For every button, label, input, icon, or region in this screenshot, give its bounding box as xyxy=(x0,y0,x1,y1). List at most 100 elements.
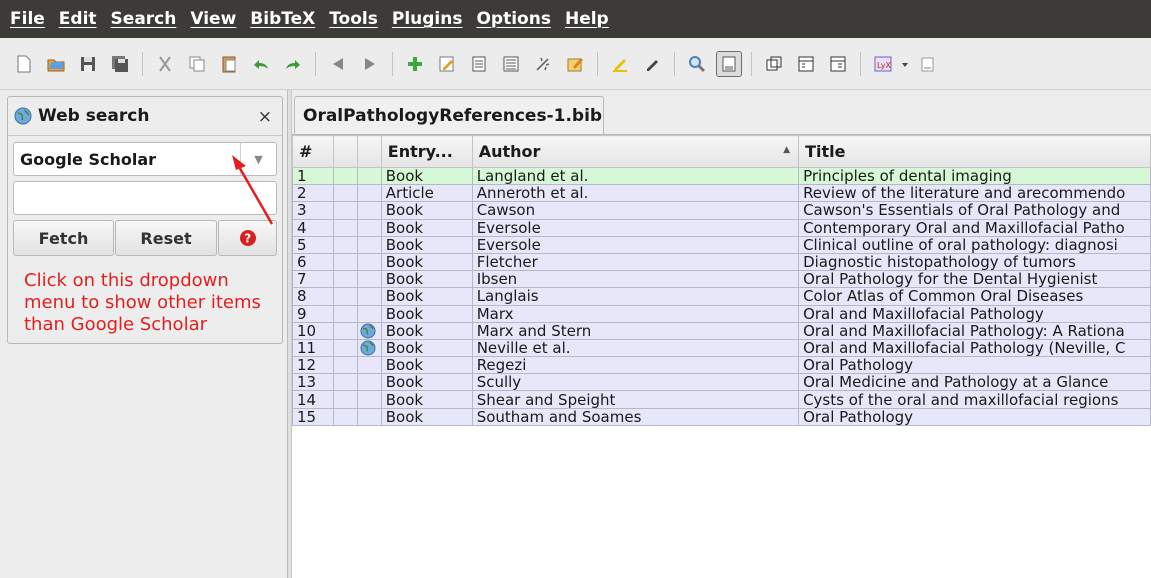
cell-title[interactable]: Oral Pathology xyxy=(798,407,1151,426)
menu-view[interactable]: View xyxy=(190,9,236,29)
cell-entry-type[interactable]: Book xyxy=(380,338,473,358)
cell-file[interactable] xyxy=(332,321,358,340)
cell-file[interactable] xyxy=(332,166,358,186)
edit-strings-icon[interactable] xyxy=(562,51,588,77)
doc-icon[interactable] xyxy=(914,51,940,77)
cell-file[interactable] xyxy=(332,270,358,289)
undo-icon[interactable] xyxy=(248,51,274,77)
cell-url[interactable] xyxy=(356,356,382,375)
cell-url[interactable] xyxy=(356,321,382,340)
cell-title[interactable]: Oral Pathology xyxy=(798,356,1151,375)
cell-author[interactable]: Marx xyxy=(471,304,800,323)
cell-entry-type[interactable]: Book xyxy=(380,407,473,426)
column-header-file[interactable] xyxy=(332,135,358,168)
cell-url[interactable] xyxy=(356,270,382,289)
cell-entry-type[interactable]: Book xyxy=(380,218,473,237)
cell-title[interactable]: Clinical outline of oral pathology: diag… xyxy=(798,235,1151,254)
cell-url[interactable] xyxy=(356,218,382,237)
table-row[interactable]: 11 Book Neville et al. Oral and Maxillofaci… xyxy=(292,338,1151,358)
cell-number[interactable]: 12 xyxy=(292,356,334,375)
cell-url[interactable] xyxy=(356,166,382,186)
open-folder-icon[interactable] xyxy=(43,51,69,77)
cell-entry-type[interactable]: Book xyxy=(380,356,473,375)
column-header-title[interactable]: Title xyxy=(798,135,1151,168)
new-doc-icon[interactable] xyxy=(466,51,492,77)
cell-file[interactable] xyxy=(332,201,358,220)
fetch-button[interactable]: Fetch xyxy=(13,220,114,256)
cell-entry-type[interactable]: Book xyxy=(380,390,473,409)
menu-plugins[interactable]: Plugins xyxy=(392,9,463,29)
cell-url[interactable] xyxy=(356,201,382,220)
column-header-entry-type[interactable]: Entry... xyxy=(380,135,473,168)
cell-number[interactable]: 5 xyxy=(292,235,334,254)
cell-number[interactable]: 2 xyxy=(292,184,334,203)
back-icon[interactable] xyxy=(325,51,351,77)
cell-title[interactable]: Oral Pathology for the Dental Hygienist xyxy=(798,270,1151,289)
toggle-panel-icon[interactable] xyxy=(716,50,742,77)
table-row[interactable]: 6 Book Fletcher Diagnostic histopathology o… xyxy=(292,252,1151,272)
cell-title[interactable]: Review of the literature and arecommendo xyxy=(798,184,1151,203)
open-pdf-icon[interactable] xyxy=(793,51,819,77)
table-row[interactable]: 4 Book Eversole Contemporary Oral and Maxil… xyxy=(292,218,1151,237)
cell-file[interactable] xyxy=(332,184,358,203)
column-header-url[interactable] xyxy=(356,135,382,168)
cell-title[interactable]: Contemporary Oral and Maxillofacial Path… xyxy=(798,218,1151,237)
cell-number[interactable]: 8 xyxy=(292,287,334,306)
cell-number[interactable]: 4 xyxy=(292,218,334,237)
cell-number[interactable]: 11 xyxy=(292,338,334,358)
cell-entry-type[interactable]: Book xyxy=(380,373,473,392)
cell-file[interactable] xyxy=(332,287,358,306)
cell-url[interactable] xyxy=(356,184,382,203)
cell-entry-type[interactable]: Book xyxy=(380,321,473,340)
cell-file[interactable] xyxy=(332,235,358,254)
cell-number[interactable]: 10 xyxy=(292,321,334,340)
cell-author[interactable]: Southam and Soames xyxy=(471,407,800,426)
cell-title[interactable]: Oral and Maxillofacial Pathology: A Rati… xyxy=(798,321,1151,340)
column-header-author[interactable]: Author ▲ xyxy=(471,135,800,168)
table-row[interactable]: 10 Book Marx and Stern Oral and Maxillofaci… xyxy=(292,321,1151,340)
cell-entry-type[interactable]: Book xyxy=(380,270,473,289)
cell-number[interactable]: 13 xyxy=(292,373,334,392)
column-header-number[interactable]: # xyxy=(292,135,334,168)
table-row[interactable]: 15 Book Southam and Soames Oral Pathology xyxy=(292,407,1151,426)
cell-url[interactable] xyxy=(356,373,382,392)
cell-file[interactable] xyxy=(332,390,358,409)
table-row[interactable]: 9 Book Marx Oral and Maxillofacial Patholog… xyxy=(292,304,1151,323)
reset-button[interactable]: Reset xyxy=(115,220,217,256)
cell-entry-type[interactable]: Article xyxy=(380,184,473,203)
cell-title[interactable]: Cysts of the oral and maxillofacial regi… xyxy=(798,390,1151,409)
cell-title[interactable]: Diagnostic histopathology of tumors xyxy=(798,252,1151,272)
copy-icon[interactable] xyxy=(184,51,210,77)
cell-number[interactable]: 6 xyxy=(292,252,334,272)
dropdown-icon[interactable] xyxy=(899,51,911,77)
cell-entry-type[interactable]: Book xyxy=(380,201,473,220)
cell-number[interactable]: 3 xyxy=(292,201,334,220)
cell-number[interactable]: 9 xyxy=(292,304,334,323)
cell-entry-type[interactable]: Book xyxy=(380,287,473,306)
preview-icon[interactable] xyxy=(498,51,524,77)
cell-url[interactable] xyxy=(356,390,382,409)
menu-edit[interactable]: Edit xyxy=(59,9,97,29)
redo-icon[interactable] xyxy=(280,51,306,77)
cell-title[interactable]: Color Atlas of Common Oral Diseases xyxy=(798,287,1151,306)
cell-file[interactable] xyxy=(332,338,358,358)
table-row[interactable]: 1 Book Langland et al. Principles of dental… xyxy=(292,166,1151,186)
table-row[interactable]: 5 Book Eversole Clinical outline of oral pa… xyxy=(292,235,1151,254)
table-row[interactable]: 14 Book Shear and Speight Cysts of the oral… xyxy=(292,390,1151,409)
cell-author[interactable]: Neville et al. xyxy=(471,338,800,358)
lyx-icon[interactable]: LyX xyxy=(870,51,896,77)
menu-options[interactable]: Options xyxy=(476,9,550,29)
cell-author[interactable]: Anneroth et al. xyxy=(471,184,800,203)
cell-url[interactable] xyxy=(356,287,382,306)
cell-entry-type[interactable]: Book xyxy=(380,252,473,272)
cell-author[interactable]: Shear and Speight xyxy=(471,390,800,409)
mark-icon[interactable] xyxy=(639,51,665,77)
cell-url[interactable] xyxy=(356,338,382,358)
cell-url[interactable] xyxy=(356,407,382,426)
table-row[interactable]: 12 Book Regezi Oral Pathology xyxy=(292,356,1151,375)
cell-file[interactable] xyxy=(332,373,358,392)
cut-icon[interactable] xyxy=(152,51,178,77)
cell-file[interactable] xyxy=(332,304,358,323)
cell-url[interactable] xyxy=(356,235,382,254)
cell-author[interactable]: Eversole xyxy=(471,235,800,254)
